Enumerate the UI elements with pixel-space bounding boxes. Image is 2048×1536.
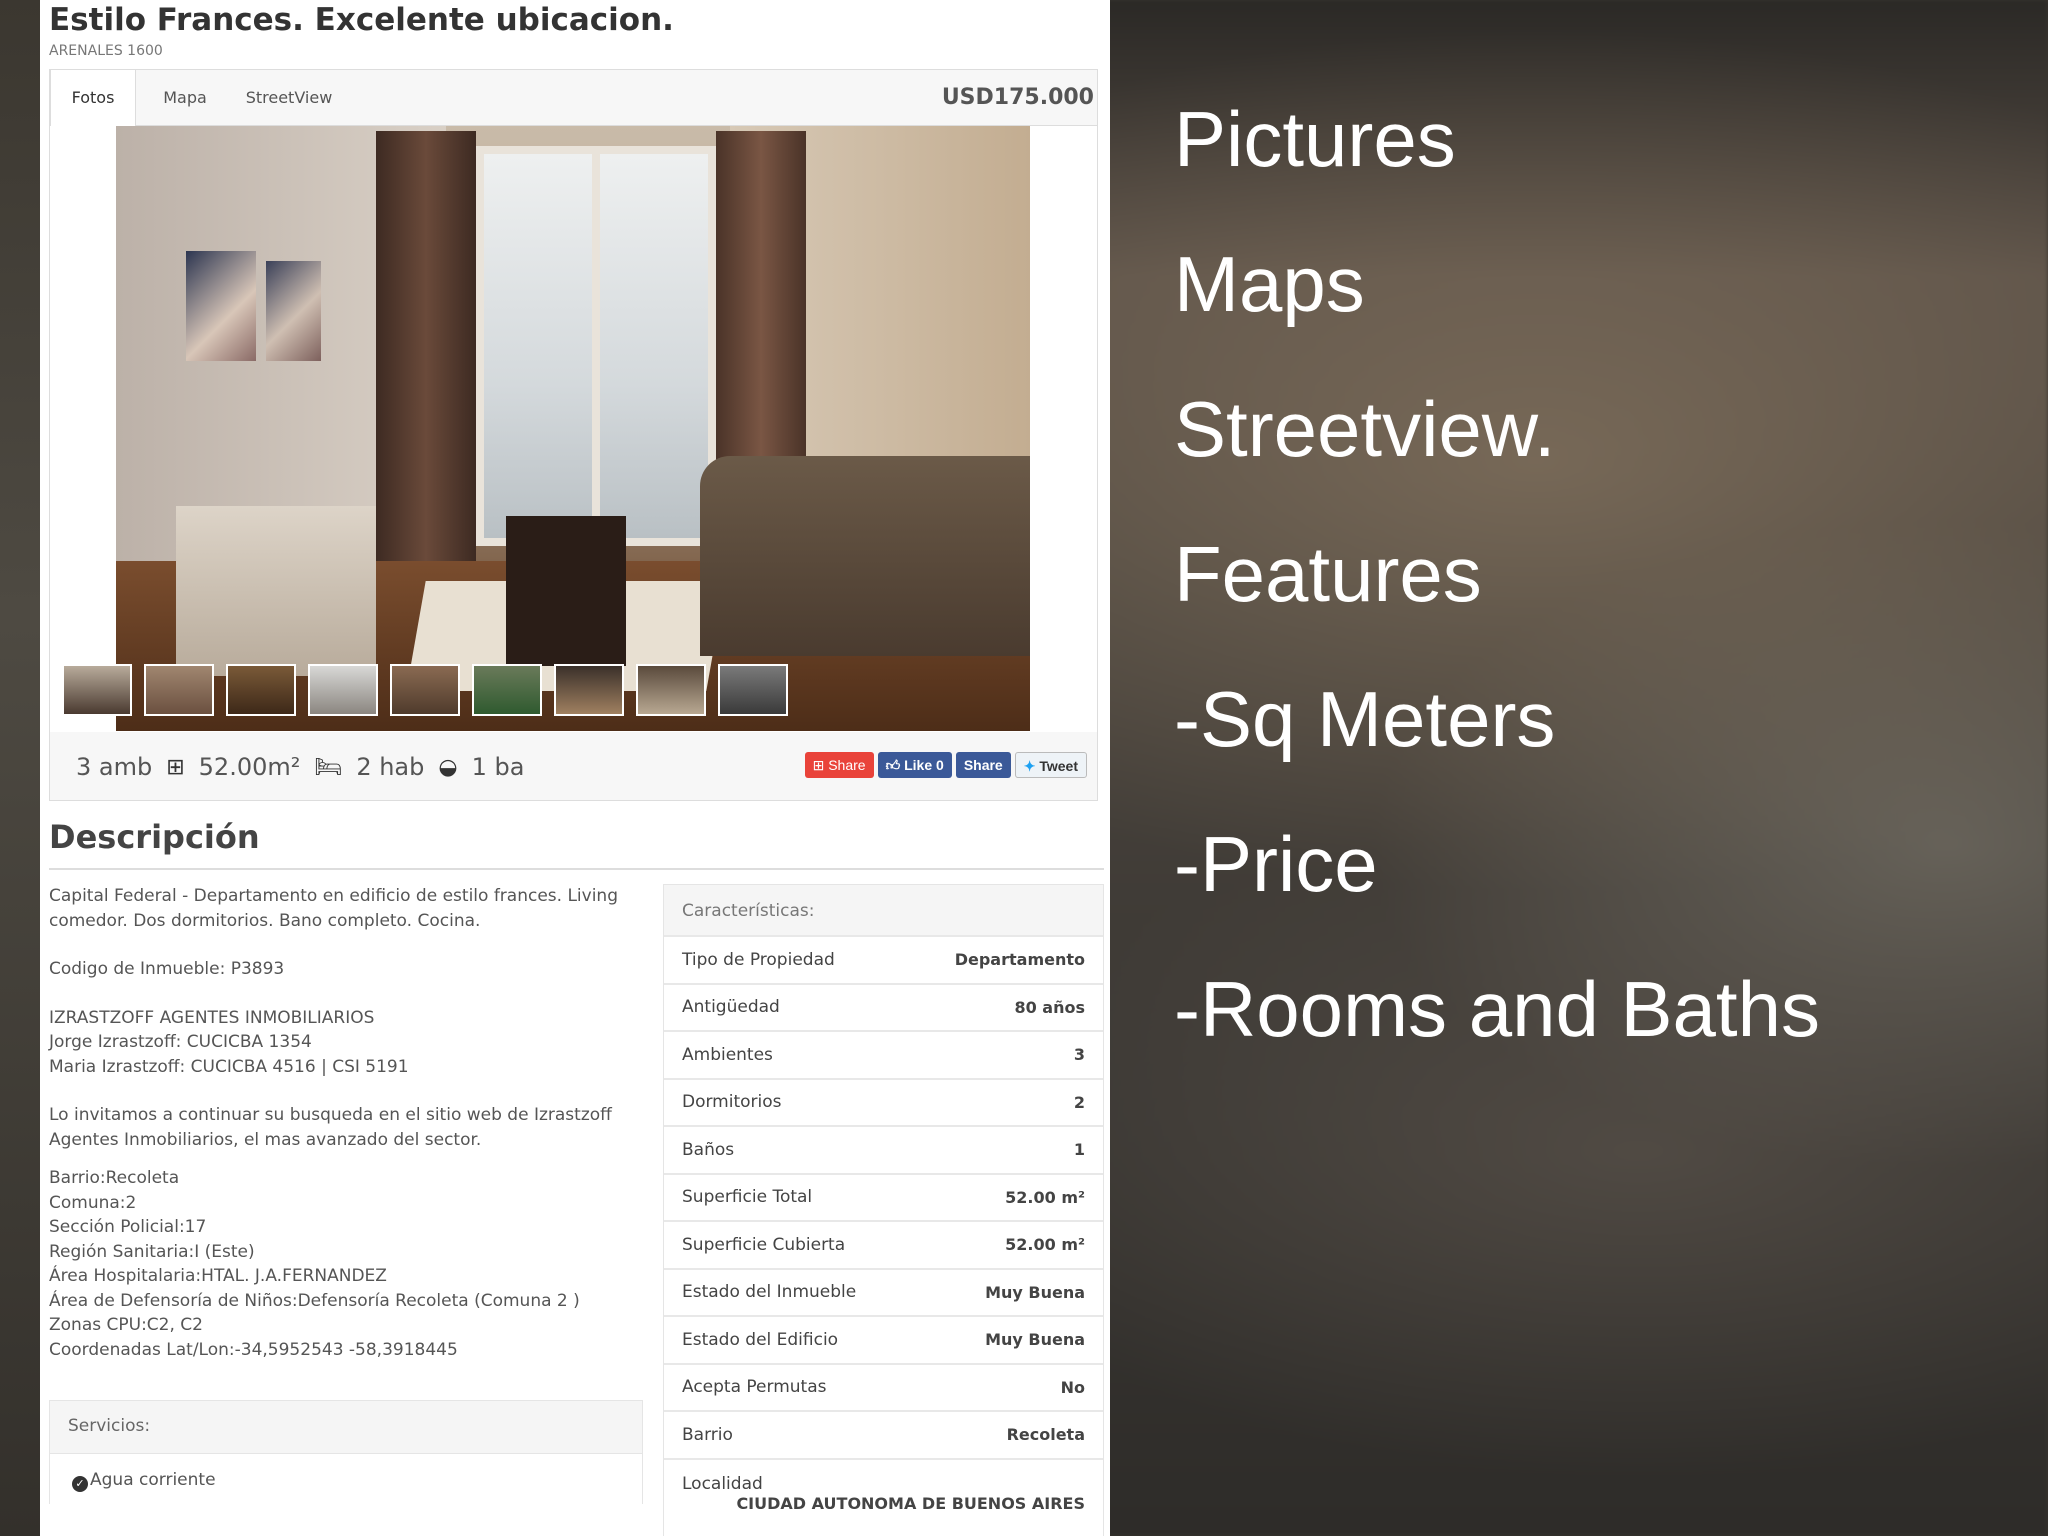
photo-armchair [176,506,376,676]
feature-ambientes: 3 amb [76,753,153,781]
slide-bullet-list: Pictures Maps Streetview. Features -Sq M… [1174,92,2034,1107]
description-paragraph: Capital Federal - Departamento en edific… [49,886,618,931]
photo-artwork-1 [186,251,256,361]
twitter-bird-icon: ✦ [1023,758,1040,774]
servicios-box: Servicios: ✓ Agua corriente [49,1400,643,1505]
photo-artwork-2 [266,261,321,361]
media-tabbar: Fotos Mapa StreetView USD175.000 [50,70,1097,127]
description-paragraph: Lo invitamos a continuar su busqueda en … [49,1105,612,1150]
background-left-strip [0,0,40,1536]
slide-bullet: Pictures [1174,95,1456,183]
features-bar: 3 amb ⊞ 52.00m² 🛏︎ 2 hab ◒ 1 ba ⊞ Share … [50,732,1097,802]
characteristic-row: Tipo de Propiedad Departamento [664,935,1103,983]
share-button[interactable]: ⊞ Share [804,752,874,778]
plus-icon: ⊞ [812,757,829,773]
check-circle-icon: ✓ [72,1476,88,1492]
listing-media-box: Fotos Mapa StreetView USD175.000 3 amb ⊞… [49,69,1098,801]
characteristic-row: Superficie Total 52.00 m² [664,1172,1103,1221]
thumbnail[interactable] [390,664,460,716]
slide-bullet: Maps [1174,240,1365,328]
description-heading: Descripción [49,818,260,856]
tab-fotos[interactable]: Fotos [50,70,136,127]
location-detail: Coordenadas Lat/Lon:-34,5952543 -58,3918… [49,1339,458,1360]
servicio-item: ✓ Agua corriente [50,1453,642,1505]
facebook-like-button[interactable]: 👍︎ Like 0 [877,752,952,778]
listing-panel: Estilo Frances. Excelente ubicacion. ARE… [40,0,1110,1536]
slide-bullet: -Rooms and Baths [1174,965,1820,1053]
photo-curtain-left [376,131,476,601]
caracteristicas-heading: Características: [664,885,1103,935]
characteristic-row: Estado del Edificio Muy Buena [664,1315,1103,1363]
characteristic-row: Localidad CIUDAD AUTONOMA DE BUENOS AIRES [664,1457,1103,1528]
characteristic-row: Dormitorios 2 [664,1077,1103,1126]
location-detail: Área de Defensoría de Niños:Defensoría R… [49,1290,580,1311]
slide-bullet: Features [1174,530,1482,618]
thumbnail[interactable] [554,664,624,716]
listing-title: Estilo Frances. Excelente ubicacion. [49,2,674,38]
feature-habitaciones: 2 hab [356,753,425,781]
location-detail: Barrio:Recoleta [49,1168,180,1188]
description-paragraph: Codigo de Inmueble: P3893 [49,959,285,979]
location-detail: Sección Policial:17 [49,1217,207,1237]
listing-price: USD175.000 [941,85,1094,110]
caracteristicas-table: Características: Tipo de Propiedad Depart… [663,884,1104,1536]
main-photo[interactable] [116,126,1030,731]
slide-bullet: Streetview. [1174,385,1556,473]
social-buttons: ⊞ Share 👍︎ Like 0 Share ✦ Tweet [804,752,1087,778]
photo-coffee-table [506,516,626,666]
slide-bullet: -Sq Meters [1174,675,1556,763]
photo-sofa [700,456,1030,656]
characteristic-row: Superficie Cubierta 52.00 m² [664,1220,1103,1268]
facebook-share-button[interactable]: Share [955,752,1011,778]
characteristic-row: Acepta Permutas No [664,1362,1103,1411]
location-detail: Zonas CPU:C2, C2 [49,1315,203,1335]
thumbnail[interactable] [472,664,542,716]
characteristic-row: Ambientes 3 [664,1030,1103,1078]
tab-streetview[interactable]: StreetView [234,70,344,126]
characteristic-row: Estado del Inmueble Muy Buena [664,1267,1103,1316]
characteristic-row: Antigüedad 80 años [664,982,1103,1031]
characteristic-row: Barrio Recoleta [664,1410,1103,1458]
thumbnail[interactable] [144,664,214,716]
photo-gallery [50,126,1097,732]
feature-area: 52.00m² [198,753,301,781]
tab-mapa[interactable]: Mapa [140,70,230,126]
feature-banos: 1 ba [471,753,525,781]
thumbnail[interactable] [636,664,706,716]
bed-icon: 🛏︎ [314,754,343,780]
tweet-button[interactable]: ✦ Tweet [1014,752,1087,778]
thumbs-up-icon: 👍︎ [885,757,905,773]
location-detail: Comuna:2 [49,1192,137,1213]
thumbnail[interactable] [226,664,296,716]
description-divider [49,868,1104,870]
slide-bullet: -Price [1174,820,1378,908]
photo-window [476,146,716,546]
location-detail: Área Hospitalaria:HTAL. J.A.FERNANDEZ [49,1266,387,1286]
listing-address: ARENALES 1600 [49,43,163,59]
thumbnail[interactable] [62,664,132,716]
floorplan-icon: ⊞ [166,754,185,780]
servicios-heading: Servicios: [68,1416,151,1436]
location-detail: Región Sanitaria:I (Este) [49,1241,255,1262]
thumbnail[interactable] [718,664,788,716]
thumbnail[interactable] [308,664,378,716]
bathtub-icon: ◒ [438,754,458,780]
characteristic-row: Baños 1 [664,1125,1103,1173]
description-text: Capital Federal - Departamento en edific… [49,884,649,1362]
description-paragraph: IZRASTZOFF AGENTES INMOBILIARIOS Jorge I… [49,1007,409,1077]
